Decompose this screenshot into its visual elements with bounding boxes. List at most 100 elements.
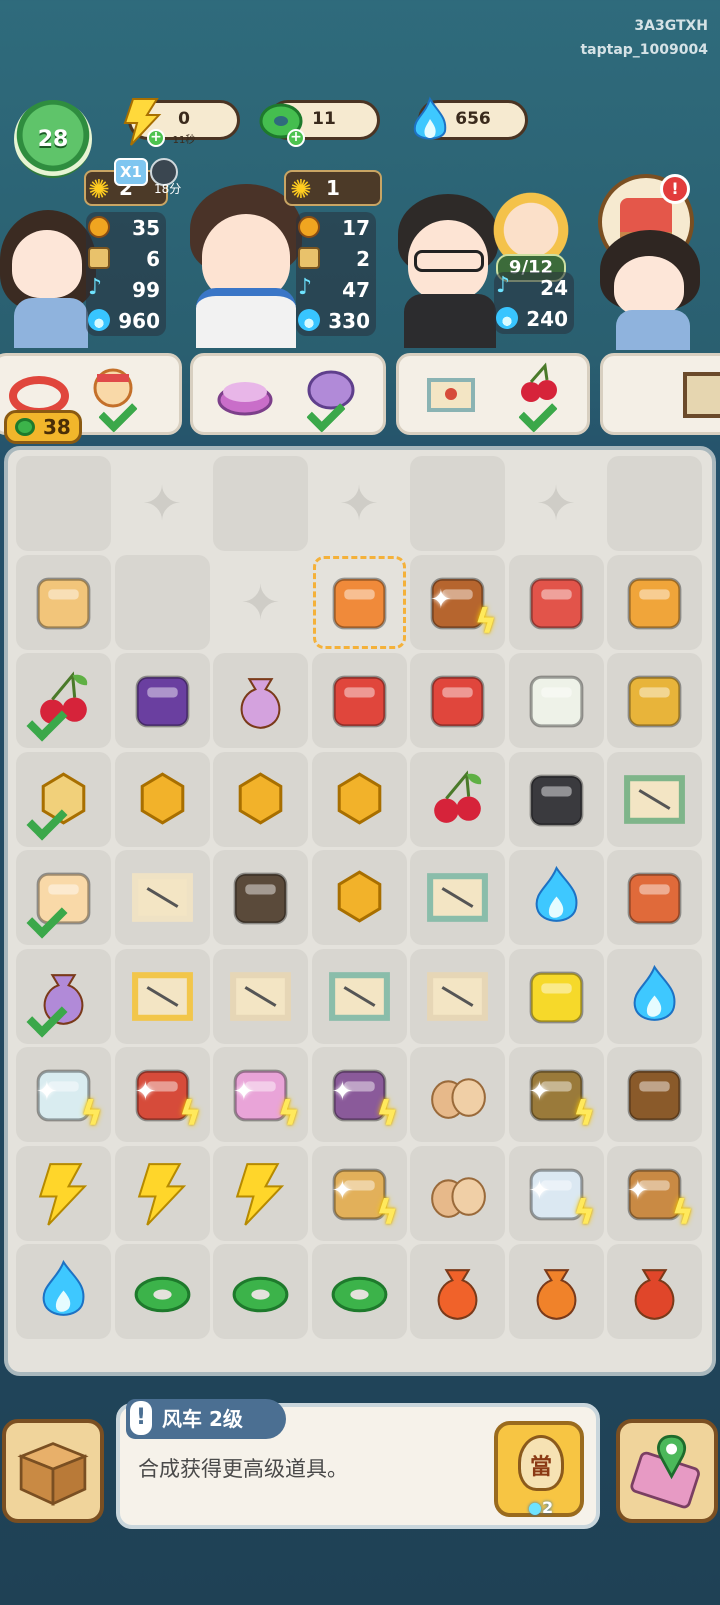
sparkle-icon: ✦ <box>430 584 452 615</box>
board-cell-red-bracelet[interactable] <box>311 653 407 748</box>
empty-slot[interactable] <box>607 456 702 551</box>
board-cell-horse-scroll[interactable] <box>410 948 505 1044</box>
map-button[interactable] <box>616 1419 718 1523</box>
board-cell-treasure-bag[interactable] <box>607 1244 702 1339</box>
storage-box-button[interactable] <box>2 1419 104 1523</box>
board-cell-wooden-cabinet[interactable]: ✦ ϟ <box>311 1047 407 1142</box>
board-cell-ink-painting-scroll[interactable] <box>410 850 505 945</box>
board-cell-kiosk[interactable]: ✦ ϟ <box>607 1145 702 1241</box>
order-card-2[interactable] <box>190 353 386 435</box>
boost-timer: 18分 <box>154 182 182 196</box>
honey-drip-icon <box>337 870 381 923</box>
board-cell-tea-set[interactable]: ✦ ϟ <box>508 1145 604 1241</box>
coin-bar[interactable]: + 11 <box>259 100 380 147</box>
board-cell-purple-bag[interactable] <box>16 948 111 1044</box>
blue-fire-large-icon <box>535 865 577 922</box>
board-cell-eggs[interactable] <box>410 1047 505 1142</box>
order-card-3[interactable] <box>396 353 590 435</box>
board-cell-lightning-medium[interactable] <box>114 1145 210 1241</box>
board-cell-red-shoes[interactable] <box>410 653 505 748</box>
music-note-icon: ♪ <box>298 275 313 300</box>
board-cell-bamboo-scroll[interactable] <box>311 948 407 1044</box>
board-cell-bird-whistle[interactable] <box>607 554 702 650</box>
board-cell-cherries[interactable] <box>16 653 111 748</box>
honeycomb-icon <box>140 771 184 825</box>
level-badge[interactable]: 28 <box>14 100 92 178</box>
board-cell-scroll-painting[interactable] <box>607 751 702 847</box>
character-1-portrait[interactable] <box>12 230 82 298</box>
character-2-stats: 17 2 ♪ 47 330 <box>296 212 376 336</box>
completed-check-icon <box>22 802 68 842</box>
fire-bar[interactable]: 656 <box>413 96 528 140</box>
character-4-portrait[interactable] <box>614 256 684 316</box>
board-cell-lucky-bag-large[interactable] <box>508 1244 604 1339</box>
board-cell-tang-jacket[interactable] <box>508 751 604 847</box>
character-1-body <box>14 298 88 348</box>
board-cell-bookshelf[interactable]: ✦ ϟ <box>508 1047 604 1142</box>
board-cell-bee-toy[interactable] <box>16 850 111 945</box>
empty-cell[interactable] <box>312 456 407 551</box>
character-1-stat-book: 6 <box>146 246 160 271</box>
fire-value: 656 <box>455 109 491 129</box>
empty-cell[interactable] <box>509 456 604 551</box>
board-cell-lucky-bag[interactable] <box>410 1244 505 1339</box>
board-cell-coin-stack[interactable] <box>114 1244 210 1339</box>
boost-x1-badge[interactable]: X1 <box>114 158 148 186</box>
energy-bolt-icon: ϟ <box>573 1192 596 1233</box>
board-cell-calligraphy-scroll[interactable] <box>213 948 308 1044</box>
board-cell-hut[interactable]: ✦ ϟ <box>311 1145 407 1241</box>
board-cell-lightning-small[interactable] <box>213 1145 308 1241</box>
energy-bolt-icon: ϟ <box>376 1094 399 1134</box>
board-cell-brush-holder[interactable]: ✦ ϟ <box>16 1047 111 1142</box>
board-cell-landscape-scroll[interactable] <box>114 948 210 1044</box>
board-cell-dragonfly-toy[interactable] <box>508 554 604 650</box>
board-cell-tea-cup[interactable] <box>16 554 111 650</box>
honeycomb-icon <box>88 216 110 238</box>
board-cell-coin-pair[interactable] <box>213 1244 308 1339</box>
board-cell-blue-fire[interactable] <box>607 948 702 1044</box>
board-cell-lemon[interactable] <box>508 948 604 1044</box>
board-cell-honeycomb-dipper[interactable] <box>311 751 407 847</box>
order-card-4[interactable] <box>600 353 720 435</box>
eggs-icon <box>431 1078 486 1119</box>
board-cell-honey-drip[interactable] <box>311 850 407 945</box>
board-cell-lightning-large[interactable] <box>16 1145 111 1241</box>
board-cell-rolled-scroll[interactable] <box>114 850 210 945</box>
empty-cell[interactable] <box>213 555 308 650</box>
empty-slot[interactable] <box>410 456 505 551</box>
board-cell-document-frame[interactable] <box>607 1047 702 1142</box>
board-cell-pinwheel[interactable] <box>312 555 407 650</box>
board-cell-honeycomb-small[interactable] <box>213 751 308 847</box>
empty-cell[interactable] <box>115 456 210 551</box>
board-cell-blue-fire-cluster[interactable] <box>16 1244 111 1339</box>
board-cell-gold-necklace[interactable] <box>607 653 702 748</box>
board-cell-milk-tea[interactable] <box>508 653 604 748</box>
document-frame-icon <box>683 372 720 418</box>
red-shoes-icon <box>430 675 485 728</box>
board-cell-egg-tray[interactable] <box>410 1145 505 1241</box>
board-cell-treasure-chest[interactable]: ✦ ϟ <box>410 554 505 650</box>
energy-bar[interactable]: + 0 11秒 <box>123 98 240 147</box>
board-cell-slingshot[interactable] <box>607 850 702 945</box>
lightning-small-icon <box>235 1162 285 1226</box>
sun-icon: ✺ <box>290 175 312 205</box>
board-cell-red-screen[interactable]: ✦ ϟ <box>114 1047 210 1142</box>
sparkle-icon: ✦ <box>627 1175 649 1206</box>
board-cell-embroidered-pouch[interactable] <box>213 653 308 748</box>
board-cell-honey-jar[interactable] <box>16 751 111 847</box>
sparkle-icon: ✦ <box>134 1077 157 1107</box>
board-cell-flower-vase[interactable]: ✦ ϟ <box>213 1047 308 1142</box>
board-cell-blue-fire-large[interactable] <box>508 850 604 945</box>
empty-slot[interactable] <box>16 456 111 551</box>
empty-slot[interactable] <box>114 554 210 650</box>
board-cell-calligraphy-frame[interactable] <box>213 850 308 945</box>
board-cell-coin[interactable] <box>311 1244 407 1339</box>
add-coin-button[interactable]: + <box>287 129 305 147</box>
board-cell-cherry[interactable] <box>410 751 505 847</box>
board-cell-honeycomb[interactable] <box>114 751 210 847</box>
empty-slot[interactable] <box>213 456 308 551</box>
pawn-sell-button[interactable]: 當 ●2 <box>494 1421 584 1517</box>
board-cell-grapes[interactable] <box>114 653 210 748</box>
level-value: 28 <box>37 126 69 152</box>
cherry-icon <box>434 769 482 823</box>
